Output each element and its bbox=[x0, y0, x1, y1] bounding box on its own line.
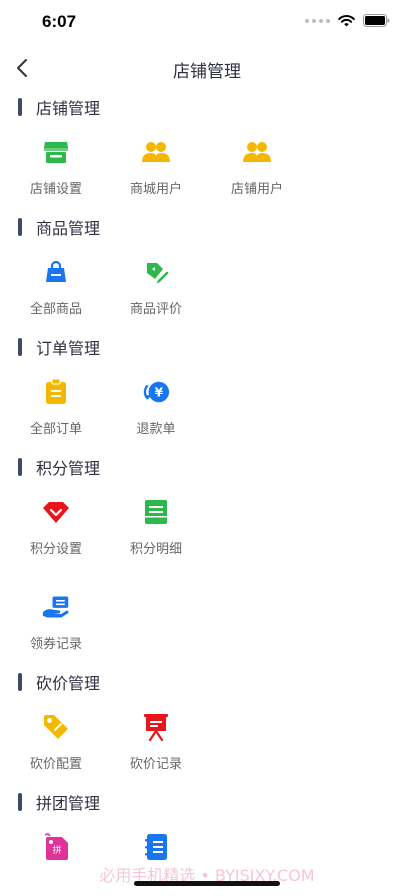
points-detail-icon bbox=[142, 498, 170, 526]
section-marker bbox=[18, 218, 22, 236]
store-settings-item[interactable]: 店铺设置 bbox=[16, 138, 96, 200]
status-time: 6:07 bbox=[42, 12, 77, 31]
review-tag-icon bbox=[142, 258, 170, 286]
section-bargain-management: 砍价管理 bbox=[18, 671, 100, 693]
status-bar: 6:07 bbox=[0, 0, 414, 44]
item-label: 砍价配置 bbox=[29, 757, 82, 772]
store-icon bbox=[42, 138, 70, 166]
mall-users-item[interactable]: 商城用户 bbox=[116, 138, 196, 200]
wifi-icon bbox=[338, 14, 355, 26]
item-label: 领券记录 bbox=[29, 637, 82, 652]
group-buy-tag-icon: 拼 bbox=[42, 833, 70, 861]
section-title: 商品管理 bbox=[36, 219, 101, 238]
section-marker bbox=[18, 98, 22, 116]
users-icon bbox=[243, 138, 271, 166]
management-menu: 店铺管理 店铺设置 商城用户 店铺用户 商品管理 全部商品 商品评价 订单管理 … bbox=[0, 92, 414, 896]
section-order-management: 订单管理 bbox=[18, 336, 100, 358]
item-label: 积分设置 bbox=[29, 542, 82, 557]
all-products-item[interactable]: 全部商品 bbox=[16, 258, 96, 320]
coupon-records-item[interactable]: 领券记录 bbox=[16, 593, 96, 655]
home-indicator[interactable] bbox=[134, 881, 280, 886]
store-users-item[interactable]: 店铺用户 bbox=[217, 138, 297, 200]
clipboard-icon bbox=[42, 378, 70, 406]
item-label: 砍价记录 bbox=[129, 757, 182, 772]
presentation-board-icon bbox=[142, 713, 170, 741]
svg-text:拼: 拼 bbox=[52, 844, 61, 856]
item-label: 积分明细 bbox=[129, 542, 182, 557]
section-title: 拼团管理 bbox=[36, 794, 101, 813]
bargain-records-item[interactable]: 砍价记录 bbox=[116, 713, 196, 775]
section-title: 砍价管理 bbox=[36, 674, 101, 693]
section-title: 订单管理 bbox=[36, 339, 101, 358]
battery-icon bbox=[363, 14, 390, 27]
page-title: 店铺管理 bbox=[173, 62, 241, 82]
section-title: 店铺管理 bbox=[36, 99, 101, 118]
section-marker bbox=[18, 673, 22, 691]
points-detail-item[interactable]: 积分明细 bbox=[116, 498, 196, 560]
section-store-management: 店铺管理 bbox=[18, 96, 100, 118]
cellular-signal-icon bbox=[305, 18, 330, 23]
section-marker bbox=[18, 338, 22, 356]
item-label: 全部订单 bbox=[29, 422, 82, 437]
item-label: 商城用户 bbox=[129, 182, 182, 197]
section-product-management: 商品管理 bbox=[18, 216, 100, 238]
shopping-bag-icon bbox=[42, 258, 70, 286]
navigation-bar: 店铺管理 bbox=[0, 44, 414, 92]
users-icon bbox=[142, 138, 170, 166]
notebook-icon bbox=[142, 833, 170, 861]
status-indicators bbox=[305, 14, 390, 27]
section-marker bbox=[18, 458, 22, 476]
section-points-management: 积分管理 bbox=[18, 456, 100, 478]
item-label: 商品评价 bbox=[129, 302, 182, 317]
item-label: 店铺用户 bbox=[230, 182, 283, 197]
product-reviews-item[interactable]: 商品评价 bbox=[116, 258, 196, 320]
coupon-hand-icon bbox=[42, 593, 70, 621]
item-label: 店铺设置 bbox=[29, 182, 82, 197]
refund-orders-item[interactable]: ¥ 退款单 bbox=[116, 378, 196, 440]
bargain-config-item[interactable]: 砍价配置 bbox=[16, 713, 96, 775]
section-group-buy-management: 拼团管理 bbox=[18, 791, 100, 813]
refund-yuan-icon: ¥ bbox=[142, 378, 170, 406]
svg-text:¥: ¥ bbox=[155, 386, 164, 400]
diamond-icon bbox=[42, 498, 70, 526]
all-orders-item[interactable]: 全部订单 bbox=[16, 378, 96, 440]
section-title: 积分管理 bbox=[36, 459, 101, 478]
item-label: 全部商品 bbox=[29, 302, 82, 317]
price-tag-icon bbox=[42, 713, 70, 741]
item-label: 退款单 bbox=[136, 422, 176, 437]
points-settings-item[interactable]: 积分设置 bbox=[16, 498, 96, 560]
section-marker bbox=[18, 793, 22, 811]
